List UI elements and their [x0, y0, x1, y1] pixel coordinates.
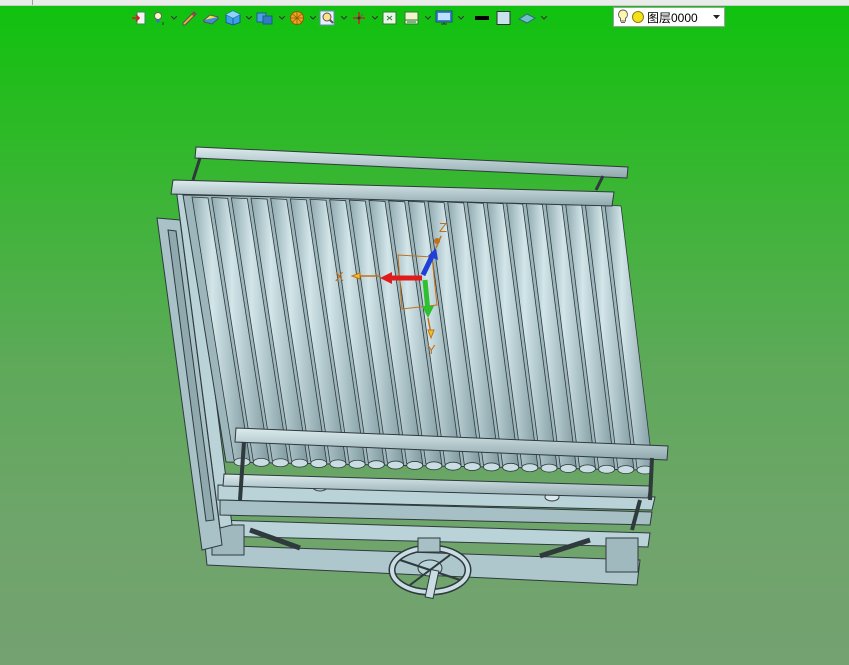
roller-end — [348, 459, 366, 469]
roller-end — [502, 462, 520, 472]
roller-end — [310, 459, 328, 468]
top-handle-bar — [194, 146, 629, 179]
roller-end — [329, 459, 347, 469]
roller-conveyor-cart-model[interactable] — [156, 146, 669, 600]
roller-end — [559, 464, 577, 473]
right-foot — [605, 537, 639, 573]
z-axis-label: Z — [439, 220, 447, 235]
roller-end — [483, 462, 500, 472]
roller-end — [598, 464, 616, 474]
y-axis-label: Y — [427, 342, 436, 357]
roller-end — [387, 460, 404, 470]
roller-end — [367, 460, 385, 470]
roller-end — [521, 463, 539, 473]
roller-end — [406, 461, 424, 470]
roller-end — [463, 462, 481, 471]
roller-end — [291, 458, 308, 468]
roller-end — [271, 458, 289, 468]
roller-end — [444, 461, 462, 471]
roller-end — [425, 461, 443, 471]
roller-end — [579, 464, 596, 474]
roller-end — [252, 457, 270, 467]
roller-end — [617, 465, 635, 475]
x-axis-label: X — [335, 269, 344, 284]
cad-viewport[interactable]: X Y Z — [0, 0, 849, 665]
roller-end — [540, 463, 558, 473]
